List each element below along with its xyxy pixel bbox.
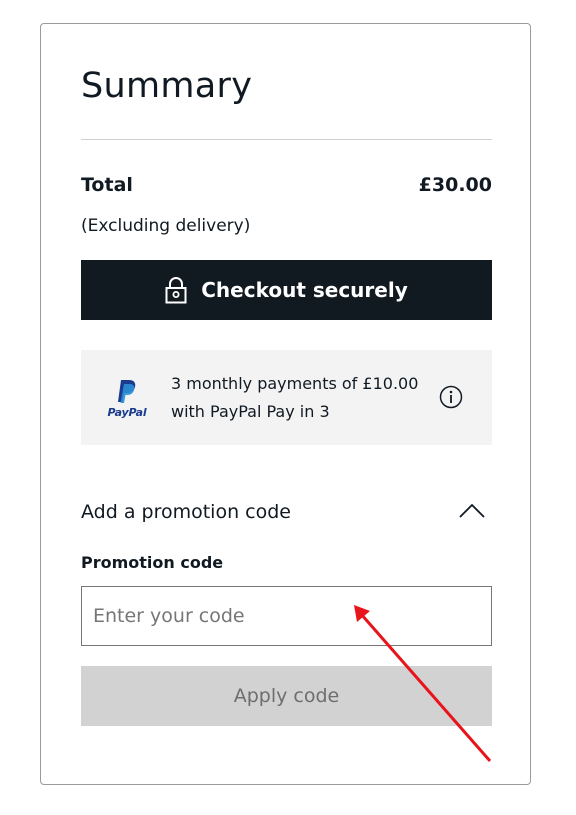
paypal-logo-text: PayPal [107, 406, 147, 419]
summary-card: Summary Total £30.00 (Excluding delivery… [40, 23, 531, 785]
apply-code-button[interactable]: Apply code [81, 666, 492, 726]
excluding-delivery-note: (Excluding delivery) [81, 216, 251, 236]
promotion-code-input[interactable] [81, 586, 492, 646]
paypal-pay-in-3-banner: PayPal 3 monthly payments of £10.00 with… [81, 350, 492, 445]
paypal-offer-line-1: 3 monthly payments of £10.00 [171, 374, 419, 393]
promotion-code-toggle-label: Add a promotion code [81, 501, 291, 523]
paypal-offer-text: 3 monthly payments of £10.00 with PayPal… [171, 370, 441, 426]
info-icon[interactable] [439, 385, 463, 409]
lock-icon [165, 276, 187, 304]
summary-title: Summary [81, 66, 253, 106]
divider [81, 139, 492, 140]
checkout-securely-button[interactable]: Checkout securely [81, 260, 492, 320]
promotion-code-label: Promotion code [81, 553, 224, 572]
total-label: Total [81, 174, 133, 196]
total-row: Total £30.00 [81, 174, 492, 196]
checkout-securely-label: Checkout securely [201, 278, 408, 302]
paypal-p-icon [118, 380, 136, 403]
paypal-offer-line-2: with PayPal Pay in 3 [171, 402, 330, 421]
promotion-code-toggle[interactable]: Add a promotion code [81, 497, 492, 527]
checkout-summary-page: Summary Total £30.00 (Excluding delivery… [0, 0, 576, 815]
chevron-up-icon [458, 501, 492, 523]
total-value: £30.00 [418, 174, 492, 196]
paypal-logo: PayPal [107, 378, 147, 419]
